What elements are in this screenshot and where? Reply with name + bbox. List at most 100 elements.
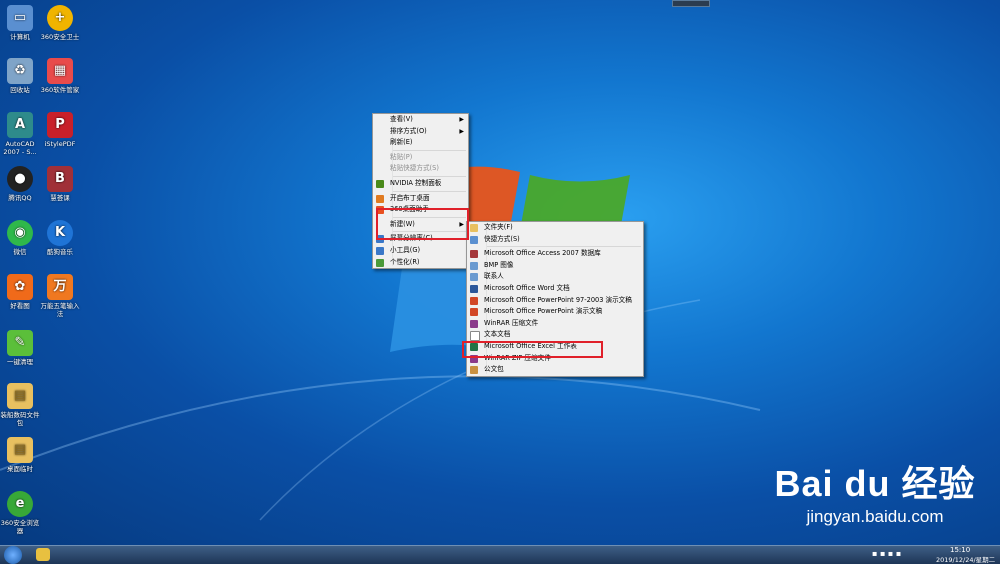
submenu-item[interactable]: Microsoft Office PowerPoint 演示文稿: [467, 306, 643, 318]
desktop-icon-photo[interactable]: ✿ 好看图: [0, 274, 40, 310]
menu-item-label: 个性化(R): [390, 257, 420, 266]
menu-item-label: BMP 图像: [484, 260, 514, 269]
submenu-item[interactable]: 联系人: [467, 271, 643, 283]
desktop-icon-label: AutoCAD 2007 - S...: [3, 140, 37, 156]
context-menu-item[interactable]: 个性化(R): [373, 257, 468, 269]
baidu-logo: Bai du 经验: [774, 463, 976, 504]
menu-item-icon: [376, 194, 384, 203]
desktop-icon-folder-2[interactable]: ▤ 桌面临时: [0, 437, 40, 473]
360-software-icon: ▦: [47, 58, 73, 84]
menu-item-label: 文本文档: [484, 330, 511, 339]
menu-item-icon: [470, 273, 478, 282]
computer-icon: ▭: [7, 5, 33, 31]
desktop-icon-label: 装船数码文件包: [0, 411, 40, 427]
wechat-icon: ◉: [7, 220, 33, 246]
menu-item-label: WinRAR 压缩文件: [484, 318, 539, 327]
desktop-icon-computer[interactable]: ▭ 计算机: [0, 5, 40, 41]
desktop-icon-label: iStylePDF: [44, 140, 76, 148]
context-menu-item[interactable]: 开启布丁桌面: [373, 193, 468, 205]
desktop-icon-label: 微信: [13, 248, 27, 256]
menu-item-label: 查看(V): [390, 115, 413, 123]
context-menu-item[interactable]: 小工具(G): [373, 245, 468, 257]
menu-item-label: 开启布丁桌面: [390, 193, 430, 202]
menu-item-label: Microsoft Office Word 文档: [484, 283, 570, 292]
desktop-icon-label: 360软件管家: [40, 86, 80, 94]
menu-item-label: 快捷方式(S): [484, 234, 520, 243]
folder-icon: ▤: [7, 383, 33, 409]
menu-item-label: 联系人: [484, 272, 504, 281]
menu-item-icon: [470, 224, 478, 232]
desktop-icon-360-browser[interactable]: e 360安全浏览器: [0, 491, 40, 535]
360-safe-icon: +: [47, 5, 73, 31]
menu-item-icon: [470, 235, 478, 244]
desktop-icon-label: 慧荟课: [50, 194, 70, 202]
menu-item-label: 小工具(G): [390, 245, 421, 254]
submenu-item[interactable]: Microsoft Office Access 2007 数据库: [467, 248, 643, 260]
menu-item-label: 公文包: [484, 365, 504, 374]
submenu-item[interactable]: WinRAR 压缩文件: [467, 318, 643, 330]
pdf-icon: P: [47, 112, 73, 138]
menu-item-label: Microsoft Office Access 2007 数据库: [484, 249, 601, 258]
360-browser-icon: e: [7, 491, 33, 517]
desktop-icon-360-software[interactable]: ▦ 360软件管家: [40, 58, 80, 94]
cleanup-icon: ✎: [7, 330, 33, 356]
menu-item-label: 刷新(E): [390, 138, 413, 147]
desktop-icon-kugou[interactable]: K 酷狗音乐: [40, 220, 80, 256]
submenu-item[interactable]: Microsoft Office PowerPoint 97-2003 演示文稿: [467, 295, 643, 307]
desktop-icon-label: 腾讯QQ: [8, 194, 32, 202]
desktop-icon-autocad[interactable]: A AutoCAD 2007 - S...: [0, 112, 40, 156]
desktop-icon-qq[interactable]: ● 腾讯QQ: [0, 166, 40, 202]
clock-time[interactable]: 15:10: [950, 546, 970, 554]
menu-item-icon: [470, 284, 478, 293]
highlight-excel-item: [462, 341, 603, 358]
menu-separator: [393, 149, 466, 151]
menu-item-icon: [470, 366, 478, 375]
context-menu-item: 粘贴快捷方式(S): [373, 163, 468, 175]
context-menu-item[interactable]: NVIDIA 控制面板: [373, 178, 468, 190]
menu-item-icon: [470, 308, 478, 317]
menu-item-icon: [470, 296, 478, 305]
baidu-watermark: Bai du 经验 jingyan.baidu.com: [765, 455, 985, 527]
submenu-item[interactable]: 文本文档: [467, 329, 643, 342]
desktop[interactable]: ▭ 计算机 + 360安全卫士 ♻ 回收站 ▦ 360软件管家 A AutoCA…: [0, 0, 1000, 545]
desktop-icon-recycle-bin[interactable]: ♻ 回收站: [0, 58, 40, 94]
photo-icon: ✿: [7, 274, 33, 300]
desktop-icon-label: 计算机: [10, 33, 30, 41]
desktop-icon-360-safe[interactable]: + 360安全卫士: [40, 5, 80, 41]
menu-item-icon: [376, 246, 384, 255]
context-menu-item: 粘贴(P): [373, 152, 468, 164]
desktop-icon-cleanup[interactable]: ✎ 一键清理: [0, 330, 40, 366]
menu-item-icon: [470, 319, 478, 328]
menu-item-icon: [470, 331, 480, 342]
tray-icons[interactable]: ▪ ▪ ▪ ▪: [872, 549, 924, 559]
qq-icon: ●: [7, 166, 33, 192]
submenu-item[interactable]: 公文包: [467, 364, 643, 376]
desktop-icon-wubi[interactable]: 万 万能五笔输入法: [40, 274, 80, 318]
menu-item-icon: [470, 261, 478, 270]
menu-item-label: Microsoft Office PowerPoint 演示文稿: [484, 307, 603, 316]
desktop-icon-folder-1[interactable]: ▤ 装船数码文件包: [0, 383, 40, 427]
submenu-arrow-icon: ▶: [459, 116, 464, 123]
context-menu-item[interactable]: 排序方式(O) ▶: [373, 126, 468, 138]
menu-item-label: NVIDIA 控制面板: [390, 178, 442, 187]
desktop-icon-wechat[interactable]: ◉ 微信: [0, 220, 40, 256]
highlight-new-item: [376, 208, 469, 240]
desktop-icon-label: 360安全浏览器: [0, 519, 40, 535]
desktop-icon-istylepdf[interactable]: P iStylePDF: [40, 112, 80, 148]
desktop-icon-label: 一键清理: [7, 358, 33, 366]
submenu-item[interactable]: 快捷方式(S): [467, 234, 643, 246]
desktop-icon-label: 360安全卫士: [40, 33, 80, 41]
start-button[interactable]: [4, 546, 22, 564]
context-menu-item[interactable]: 查看(V) ▶: [373, 114, 468, 126]
submenu-item[interactable]: Microsoft Office Word 文档: [467, 283, 643, 295]
submenu-arrow-icon: ▶: [459, 127, 464, 135]
desktop-icon-huihui[interactable]: B 慧荟课: [40, 166, 80, 202]
submenu-item[interactable]: 文件夹(F): [467, 222, 643, 234]
desktop-icon-label: 桌面临时: [7, 465, 33, 473]
autocad-icon: A: [7, 112, 33, 138]
taskbar-360-icon[interactable]: [36, 548, 50, 561]
context-menu-item[interactable]: 刷新(E): [373, 137, 468, 149]
kugou-icon: K: [47, 220, 73, 246]
menu-separator: [487, 246, 641, 248]
submenu-item[interactable]: BMP 图像: [467, 260, 643, 272]
